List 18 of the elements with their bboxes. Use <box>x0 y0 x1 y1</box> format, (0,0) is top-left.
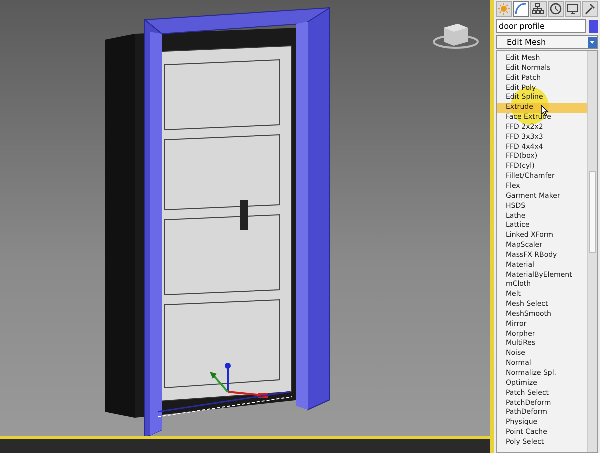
color-swatch[interactable] <box>589 20 598 32</box>
hierarchy-icon <box>532 3 544 14</box>
monitor-icon <box>567 4 578 14</box>
motion-icon <box>550 3 562 15</box>
panel-tab[interactable] <box>548 1 564 17</box>
caret-icon <box>588 36 597 48</box>
view-cube-icon <box>433 24 479 49</box>
transform-gizmo-icon <box>210 363 268 398</box>
sun-icon <box>498 3 510 15</box>
hammer-icon <box>585 4 595 15</box>
panel-tab[interactable] <box>530 1 547 17</box>
scrollbar[interactable] <box>587 51 597 452</box>
object-name-field[interactable]: door profile <box>496 19 586 33</box>
panel-tab[interactable] <box>564 1 581 17</box>
curve-icon <box>515 3 526 14</box>
panel-tab[interactable] <box>582 1 598 17</box>
panel-tab[interactable] <box>513 1 530 17</box>
modifier-dropdown[interactable]: Edit Mesh <box>496 35 598 49</box>
